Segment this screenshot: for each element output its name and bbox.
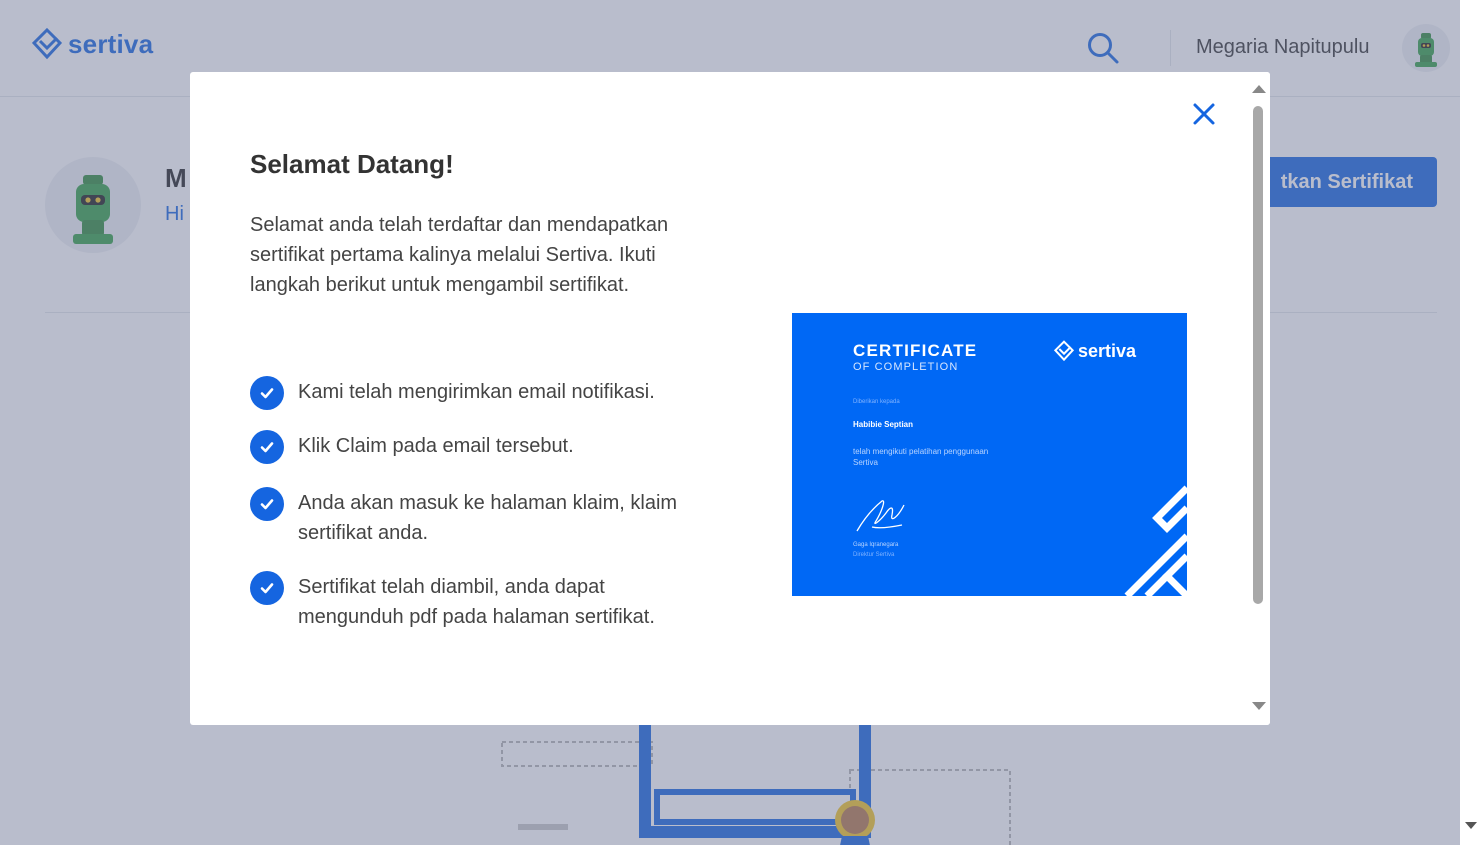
certificate-recipient: Habibie Septian (853, 420, 914, 429)
check-circle-icon (250, 487, 284, 521)
check-circle-icon (250, 430, 284, 464)
step-item: Sertifikat telah diambil, anda dapat men… (250, 571, 680, 632)
modal-scroll-thumb[interactable] (1253, 106, 1263, 604)
page-scrollbar[interactable] (1460, 0, 1482, 845)
certificate-preview: CERTIFICATE OF COMPLETION sertiva Diberi… (792, 313, 1187, 596)
check-circle-icon (250, 571, 284, 605)
modal-title: Selamat Datang! (250, 149, 454, 179)
certificate-description: telah mengikuti pelatihan penggunaan Ser… (853, 447, 989, 467)
step-text: Anda akan masuk ke halaman klaim, klaim … (298, 492, 678, 544)
check-circle-icon (250, 376, 284, 410)
steps-list: Kami telah mengirimkan email notifikasi.… (250, 376, 680, 632)
modal-scroll-down-arrow[interactable] (1252, 702, 1266, 710)
modal-intro-text: Selamat anda telah terdaftar dan mendapa… (250, 214, 669, 296)
modal-scroll-up-arrow[interactable] (1252, 85, 1266, 93)
certificate-pattern (1124, 485, 1187, 596)
step-item: Anda akan masuk ke halaman klaim, klaim … (250, 487, 680, 548)
step-text: Kami telah mengirimkan email notifikasi. (298, 381, 655, 403)
close-icon[interactable] (1190, 100, 1218, 128)
step-text: Klik Claim pada email tersebut. (298, 435, 574, 457)
step-item: Klik Claim pada email tersebut. (250, 430, 680, 464)
certificate-logo: sertiva (1054, 340, 1136, 362)
page-scroll-down-arrow[interactable] (1465, 822, 1477, 829)
certificate-signer-title: Direktur Sertiva (853, 552, 895, 558)
step-item: Kami telah mengirimkan email notifikasi. (250, 376, 680, 410)
certificate-title: CERTIFICATE (853, 341, 978, 360)
certificate-subtitle: OF COMPLETION (853, 361, 959, 373)
certificate-given-to: Diberikan kepada (853, 399, 900, 405)
welcome-modal: Selamat Datang! Selamat anda telah terda… (190, 72, 1270, 725)
certificate-logo-text: sertiva (1078, 340, 1137, 361)
certificate-signer: Gaga Iqranegara (853, 542, 899, 548)
sertiva-logo-icon (1054, 340, 1074, 362)
step-text: Sertifikat telah diambil, anda dapat men… (298, 576, 655, 628)
signature-icon (856, 500, 905, 532)
